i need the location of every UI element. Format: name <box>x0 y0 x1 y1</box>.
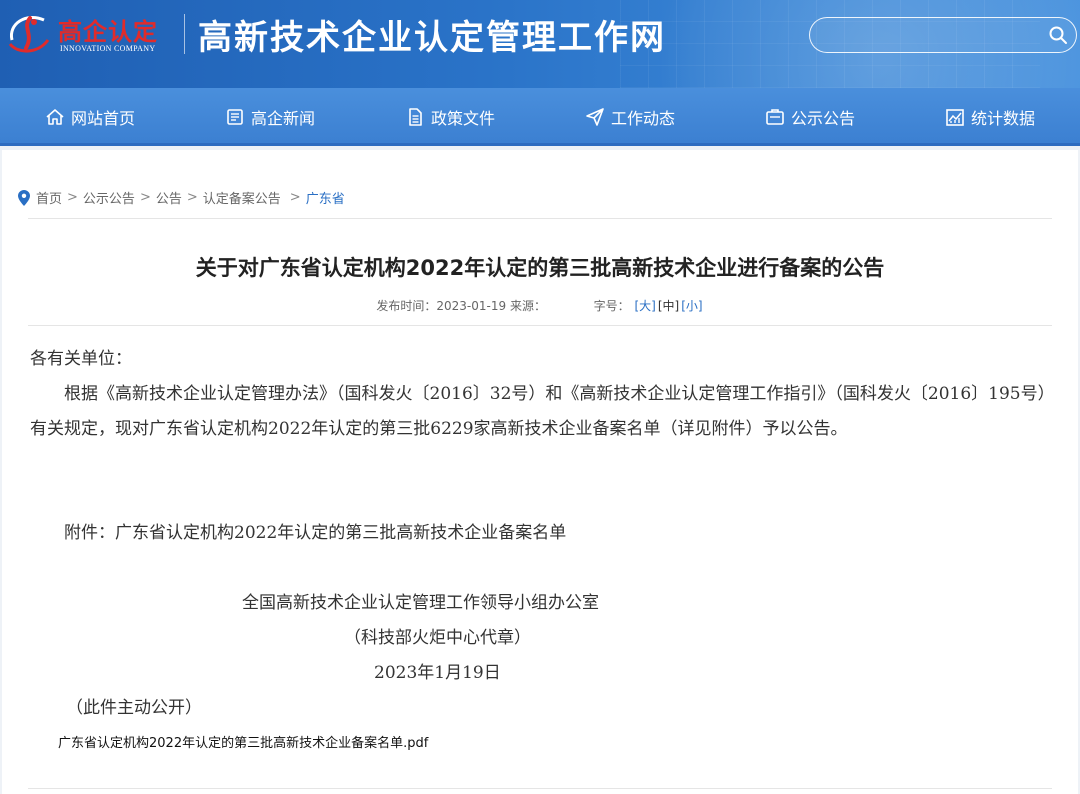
search-input[interactable] <box>824 24 1034 46</box>
article-paragraph: 根据《高新技术企业认定管理办法》（国科发火〔2016〕32号）和《高新技术企业认… <box>30 384 1055 439</box>
article-meta: 发布时间：2023-01-19 来源： 字号： [大] [中] [小] <box>2 297 1078 314</box>
nav-item-label: 网站首页 <box>70 109 135 128</box>
breadcrumb-notices[interactable]: 公示公告 <box>83 188 135 207</box>
nav-item-home[interactable]: 网站首页 <box>0 88 180 146</box>
divider <box>28 218 1052 219</box>
signature-date: 2023年1月19日 <box>374 663 501 683</box>
chart-icon <box>946 109 964 126</box>
location-pin-icon <box>18 189 30 206</box>
content-panel: 首页 > 公示公告 > 公告 > 认定备案公告 > 广东省 关于对广东省认定机构… <box>2 150 1078 794</box>
public-note: （此件主动公开） <box>66 698 202 718</box>
site-header: 高企认定 INNOVATION COMPANY 高新技术企业认定管理工作网 <box>0 0 1080 88</box>
notice-icon <box>766 109 784 125</box>
nav-underline <box>0 143 1080 146</box>
publish-date: 2023-01-19 <box>436 299 507 313</box>
breadcrumb-separator: > <box>289 190 301 205</box>
breadcrumb-separator: > <box>139 190 151 205</box>
fontsize-label: 字号： <box>593 299 630 313</box>
breadcrumb-home[interactable]: 首页 <box>36 188 62 207</box>
breadcrumb: 首页 > 公示公告 > 公告 > 认定备案公告 > 广东省 <box>18 188 345 207</box>
breadcrumb-separator: > <box>67 190 78 205</box>
signature-org: 全国高新技术企业认定管理工作领导小组办公室 <box>242 593 599 613</box>
font-size-medium-button[interactable]: [中] <box>658 299 679 313</box>
nav-item-label: 工作动态 <box>610 109 675 128</box>
font-size-small-button[interactable]: [小] <box>681 299 702 313</box>
breadcrumb-current[interactable]: 广东省 <box>306 188 345 207</box>
news-icon <box>227 109 243 125</box>
divider <box>28 788 1052 789</box>
search-icon[interactable] <box>1048 25 1068 45</box>
nav-item-label: 高企新闻 <box>250 109 315 128</box>
article-attachment-note: 附件：广东省认定机构2022年认定的第三批高新技术企业备案名单 <box>64 523 567 543</box>
article-greeting: 各有关单位： <box>30 349 132 369</box>
nav-item-stats[interactable]: 统计数据 <box>900 88 1080 146</box>
site-title: 高新技术企业认定管理工作网 <box>198 18 666 58</box>
nav-item-work[interactable]: 工作动态 <box>540 88 720 146</box>
pdf-attachment-link[interactable]: 广东省认定机构2022年认定的第三批高新技术企业备案名单.pdf <box>58 732 428 751</box>
nav-item-label: 统计数据 <box>970 109 1035 128</box>
logo-divider <box>184 14 185 54</box>
home-icon <box>46 109 64 125</box>
document-icon <box>409 108 422 126</box>
nav-item-news[interactable]: 高企新闻 <box>180 88 360 146</box>
logo-text-cn: 高企认定 <box>58 18 158 46</box>
source-label: 来源： <box>509 299 546 313</box>
breadcrumb-announcement[interactable]: 公告 <box>156 188 182 207</box>
main-nav: 网站首页 高企新闻 政策文件 工作动态 公示公告 统计数据 <box>0 88 1080 146</box>
site-logo[interactable]: 高企认定 INNOVATION COMPANY <box>4 8 176 58</box>
nav-item-label: 政策文件 <box>430 109 495 128</box>
signature-proxy: （科技部火炬中心代章） <box>344 628 531 648</box>
breadcrumb-separator: > <box>186 190 198 205</box>
publish-label: 发布时间： <box>376 299 437 313</box>
nav-item-notice[interactable]: 公示公告 <box>720 88 900 146</box>
send-icon <box>586 108 604 126</box>
divider <box>28 325 1052 326</box>
logo-mark-icon <box>8 16 50 53</box>
breadcrumb-filing[interactable]: 认定备案公告 <box>203 188 281 207</box>
search-box[interactable] <box>809 17 1077 53</box>
logo-text-en: INNOVATION COMPANY <box>60 44 156 53</box>
nav-item-policy[interactable]: 政策文件 <box>360 88 540 146</box>
nav-item-label: 公示公告 <box>790 109 855 128</box>
font-size-large-button[interactable]: [大] <box>634 299 655 313</box>
article-title: 关于对广东省认定机构2022年认定的第三批高新技术企业进行备案的公告 <box>195 256 885 280</box>
